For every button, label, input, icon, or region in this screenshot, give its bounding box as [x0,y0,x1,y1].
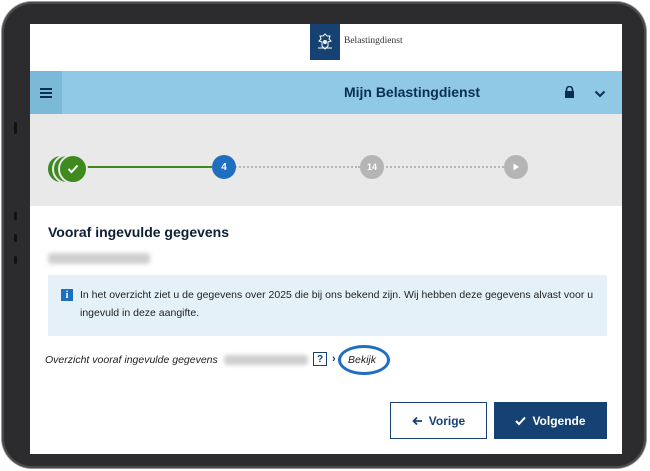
logo-text: Belastingdienst [344,36,403,46]
lock-icon[interactable] [564,85,575,103]
play-icon [513,163,519,171]
crest-logo-icon[interactable] [310,24,340,60]
help-label: ? [316,353,324,365]
step-current: 4 [212,155,236,179]
nav-title: Mijn Belastingdienst [343,84,481,100]
step-final [504,155,528,179]
blurred-name [224,355,308,365]
nav-bar: Mijn Belastingdienst [30,71,622,114]
help-button[interactable]: ? [313,352,327,366]
highlight-circle [338,345,390,375]
checkmark-icon [515,416,527,425]
info-text: In het overzicht ziet u de gegevens over… [80,289,594,319]
page-title: Vooraf ingevulde gegevens [48,224,230,240]
tablet-frame: Belastingdienst Mijn Belastingdienst 4 1… [2,2,646,468]
blurred-name [48,253,150,264]
progress-line-done [72,166,212,168]
step-current-number: 4 [221,161,227,173]
previous-button[interactable]: Vorige [390,402,487,439]
chevron-down-icon[interactable] [594,86,606,104]
menu-icon[interactable] [30,71,62,114]
chevron-right-icon: › [332,353,336,365]
next-button-label: Volgende [532,413,586,428]
next-button[interactable]: Volgende [494,402,607,439]
checkmark-icon [67,164,79,174]
tablet-side-button [14,234,17,242]
step-completed-check [58,154,88,184]
previous-button-label: Vorige [428,413,466,428]
overview-label: Overzicht vooraf ingevulde gegevens [45,354,218,366]
tablet-side-button [14,122,17,134]
info-icon: i [61,289,73,301]
logo-bar: Belastingdienst [30,24,622,71]
step-future-number: 14 [366,162,377,172]
screen: Belastingdienst Mijn Belastingdienst 4 1… [30,24,622,454]
progress-stepper: 4 14 [30,114,622,206]
progress-line-future [224,166,360,168]
tablet-side-button [14,256,17,264]
progress-line-future [382,166,504,168]
step-future: 14 [360,155,384,179]
info-box: i In het overzicht ziet u de gegevens ov… [48,275,607,336]
arrow-left-icon [411,416,422,425]
tablet-side-button [14,212,17,220]
